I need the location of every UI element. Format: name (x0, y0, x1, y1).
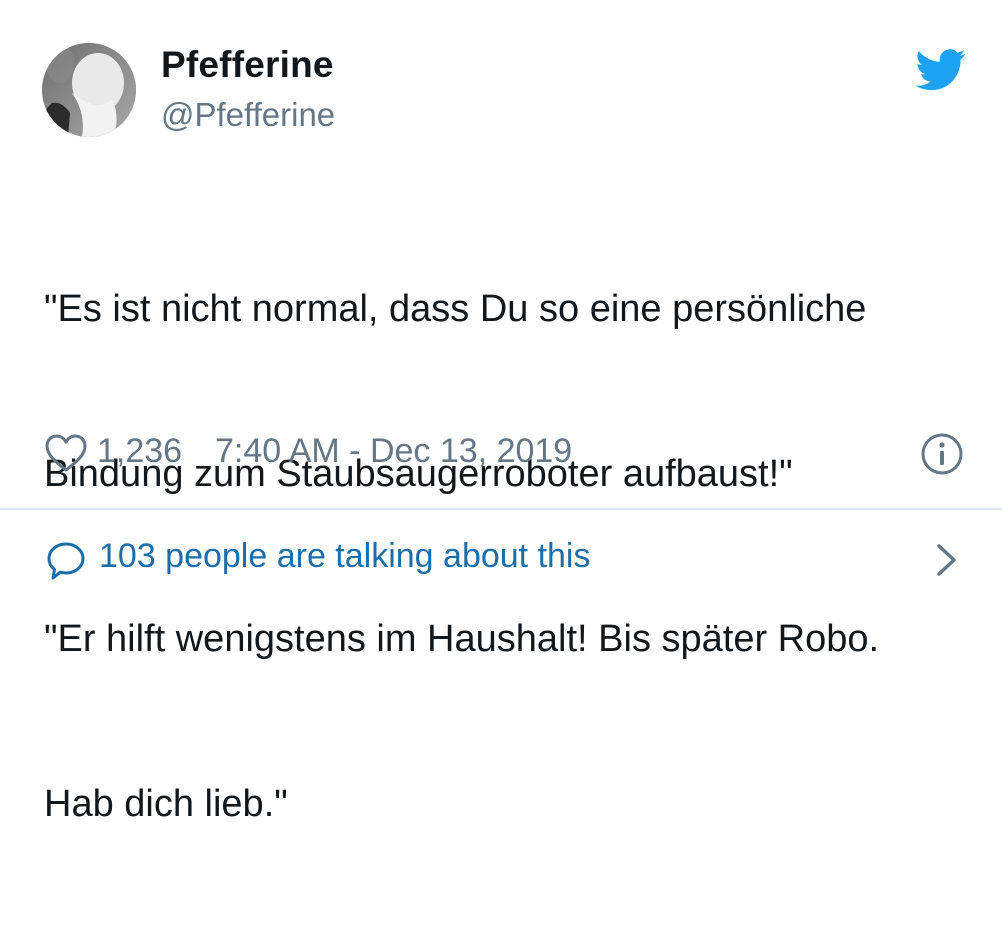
tweet-timestamp[interactable]: 7:40 AM - Dec 13, 2019 (215, 432, 572, 471)
twitter-bird-icon[interactable] (915, 49, 967, 91)
tweet-text-line: "Es ist nicht normal, dass Du so eine pe… (44, 288, 867, 330)
info-icon[interactable] (920, 432, 964, 476)
speech-bubble-icon (47, 542, 85, 580)
tweet-text-line: Hab dich lieb." (44, 783, 288, 825)
avatar-image (42, 43, 136, 137)
conversation-link[interactable]: 103 people are talking about this (0, 510, 1002, 591)
user-handle[interactable]: @Pfefferine (161, 96, 335, 134)
chevron-right-icon (937, 544, 956, 576)
tweet-meta-row: 1,236 7:40 AM - Dec 13, 2019 (44, 428, 974, 476)
tweet-text-line: "Er hilft wenigstens im Haushalt! Bis sp… (44, 618, 880, 660)
conversation-label: 103 people are talking about this (99, 537, 591, 575)
display-name[interactable]: Pfefferine (161, 44, 334, 86)
like-count[interactable]: 1,236 (97, 432, 182, 471)
heart-icon[interactable] (44, 433, 88, 473)
tweet-card: Pfefferine @Pfefferine "Es ist nicht nor… (0, 0, 1002, 825)
avatar[interactable] (42, 43, 136, 137)
